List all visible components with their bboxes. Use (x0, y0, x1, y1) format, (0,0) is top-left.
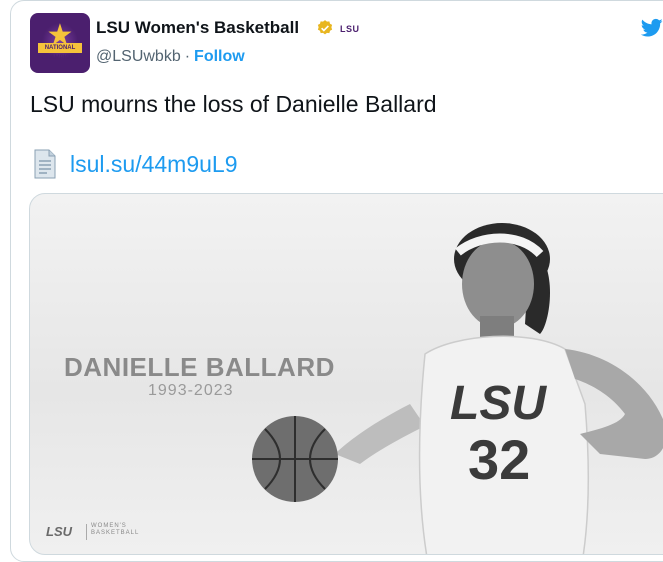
jersey-letters: LSU (450, 377, 547, 430)
footer-subtitle: WOMEN'S BASKETBALL (91, 523, 140, 536)
twitter-bird-icon[interactable] (641, 18, 663, 38)
separator-dot: · (184, 48, 191, 65)
avatar-banner: NATIONAL CHAMPIONS (38, 43, 82, 61)
player-photo: LSU 32 (252, 223, 663, 554)
tweet-text: LSU mourns the loss of Danielle Ballard (30, 91, 437, 117)
lsu-footer-logo: LSU (46, 524, 72, 539)
document-icon (34, 149, 56, 179)
account-name[interactable]: LSU Women's Basketball (96, 18, 299, 38)
tweet-media-image[interactable]: DANIELLE BALLARD 1993-2023 LSU 32 LSU WO… (29, 193, 663, 555)
avatar[interactable]: ★ NATIONAL CHAMPIONS (30, 13, 90, 73)
jersey-number: 32 (468, 428, 530, 491)
handle-row: @LSUwbkb · Follow (96, 48, 245, 66)
account-handle[interactable]: @LSUwbkb (96, 48, 181, 65)
footer-divider (86, 524, 87, 540)
memorial-years: 1993-2023 (148, 382, 234, 399)
lsu-affiliate-badge: LSU (340, 24, 360, 34)
follow-button[interactable]: Follow (194, 48, 245, 65)
verified-badge-icon (317, 20, 333, 35)
tweet-link[interactable]: lsul.su/44m9uL9 (70, 151, 238, 178)
